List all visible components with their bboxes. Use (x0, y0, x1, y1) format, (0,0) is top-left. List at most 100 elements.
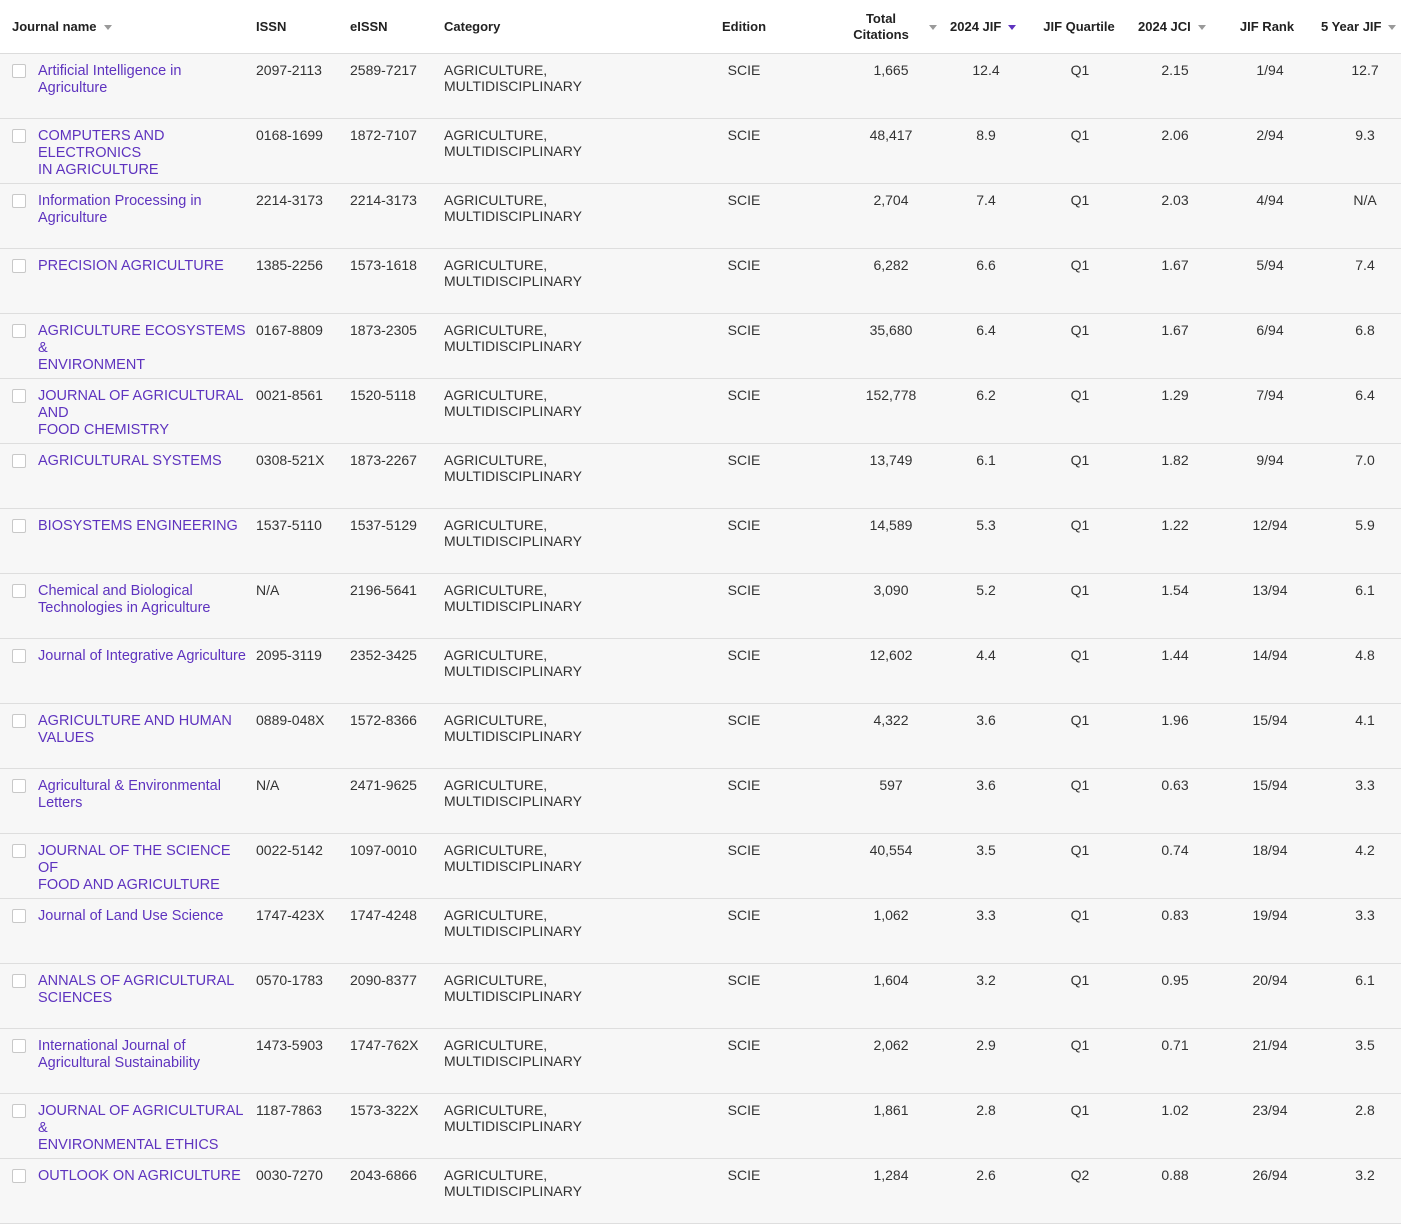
jci-cell: 2.03 (1161, 192, 1189, 208)
row-checkbox[interactable] (12, 259, 26, 273)
jif-quartile-cell: Q1 (1070, 517, 1090, 533)
jif-quartile-cell: Q1 (1070, 1102, 1090, 1118)
column-header-5-year-jif[interactable]: 5 Year JIF (1321, 0, 1401, 53)
column-header-issn[interactable]: ISSN (256, 0, 336, 53)
row-checkbox[interactable] (12, 389, 26, 403)
journal-name-line1: PRECISION AGRICULTURE (38, 258, 224, 274)
category-cell: AGRICULTURE, MULTIDISCIPLINARY (444, 972, 582, 1004)
total-citations-cell: 48,417 (869, 127, 913, 143)
sort-caret-icon (1197, 24, 1206, 30)
row-checkbox[interactable] (12, 584, 26, 598)
row-checkbox[interactable] (12, 909, 26, 923)
category-line1: AGRICULTURE, (444, 842, 548, 858)
row-checkbox[interactable] (12, 519, 26, 533)
journal-name-line2: Agriculture (38, 80, 108, 96)
eissn-cell: 1872-7107 (350, 127, 417, 143)
row-checkbox[interactable] (12, 649, 26, 663)
row-checkbox[interactable] (12, 779, 26, 793)
row-checkbox[interactable] (12, 324, 26, 338)
issn-cell: 0168-1699 (256, 127, 323, 143)
category-line1: AGRICULTURE, (444, 1167, 548, 1183)
journal-name-link[interactable]: COMPUTERS AND ELECTRONICS IN AGRICULTURE (38, 128, 165, 178)
journal-name-link[interactable]: International Journal of Agricultural Sus… (38, 1038, 200, 1071)
column-header-2024-jci[interactable]: 2024 JCI (1138, 0, 1218, 53)
row-checkbox[interactable] (12, 129, 26, 143)
journal-name-link[interactable]: JOURNAL OF THE SCIENCE OF FOOD AND AGRICU… (38, 843, 231, 893)
journal-name-link[interactable]: AGRICULTURE ECOSYSTEMS & ENVIRONMENT (38, 323, 246, 373)
journal-name-link[interactable]: Journal of Land Use Science (38, 908, 223, 924)
category-cell: AGRICULTURE, MULTIDISCIPLINARY (444, 1037, 582, 1069)
issn-cell: 1385-2256 (256, 257, 323, 273)
column-header-jif-quartile[interactable]: JIF Quartile (1034, 0, 1124, 53)
jif-rank-cell: 23/94 (1252, 1102, 1288, 1118)
table-row: JOURNAL OF THE SCIENCE OF FOOD AND AGRICU… (0, 834, 1401, 899)
column-header-edition[interactable]: Edition (704, 0, 784, 53)
journal-name-line2: Agricultural Sustainability (38, 1055, 200, 1071)
journal-name-link[interactable]: OUTLOOK ON AGRICULTURE (38, 1168, 241, 1184)
category-cell: AGRICULTURE, MULTIDISCIPLINARY (444, 322, 582, 354)
total-citations-cell: 12,602 (869, 647, 913, 663)
category-cell: AGRICULTURE, MULTIDISCIPLINARY (444, 907, 582, 939)
total-citations-cell: 152,778 (865, 387, 917, 403)
journal-name-link[interactable]: PRECISION AGRICULTURE (38, 258, 224, 274)
journal-name-cell: JOURNAL OF AGRICULTURAL AND FOOD CHEMISTR… (38, 387, 253, 438)
row-checkbox[interactable] (12, 1104, 26, 1118)
row-checkbox[interactable] (12, 64, 26, 78)
jif-cell: 8.9 (976, 127, 996, 143)
jci-cell: 0.71 (1161, 1037, 1189, 1053)
journal-name-link[interactable]: ANNALS OF AGRICULTURAL SCIENCES (38, 973, 234, 1006)
column-header-label: eISSN (350, 18, 388, 34)
journal-name-line2: FOOD AND AGRICULTURE (38, 877, 220, 893)
journal-name-link[interactable]: AGRICULTURE AND HUMAN VALUES (38, 713, 232, 746)
jif-cell: 6.2 (976, 387, 996, 403)
journal-name-link[interactable]: Chemical and Biological Technologies in A… (38, 583, 211, 616)
edition-cell: SCIE (727, 452, 761, 468)
category-line2: MULTIDISCIPLINARY (444, 78, 582, 94)
column-header-eissn[interactable]: eISSN (350, 0, 430, 53)
eissn-cell: 2589-7217 (350, 62, 417, 78)
column-header-jif-rank[interactable]: JIF Rank (1227, 0, 1307, 53)
journal-name-cell: AGRICULTURE AND HUMAN VALUES (38, 712, 253, 746)
column-header-label: JIF Rank (1239, 18, 1295, 34)
table-header: Journal name ISSN eISSN Category Edition… (0, 0, 1401, 54)
jif-cell: 6.4 (976, 322, 996, 338)
jci-cell: 1.02 (1161, 1102, 1189, 1118)
journal-name-link[interactable]: Artificial Intelligence in Agriculture (38, 63, 181, 96)
column-header-total-citations[interactable]: Total Citations (840, 0, 950, 53)
row-checkbox[interactable] (12, 454, 26, 468)
row-checkbox[interactable] (12, 974, 26, 988)
row-checkbox[interactable] (12, 844, 26, 858)
journal-name-line2: FOOD CHEMISTRY (38, 422, 170, 438)
total-citations-cell: 1,665 (873, 62, 909, 78)
jci-cell: 0.83 (1161, 907, 1189, 923)
row-checkbox[interactable] (12, 1039, 26, 1053)
five-year-jif-cell: 9.3 (1355, 127, 1375, 143)
row-checkbox[interactable] (12, 194, 26, 208)
total-citations-cell: 14,589 (869, 517, 913, 533)
journal-name-link[interactable]: BIOSYSTEMS ENGINEERING (38, 518, 238, 534)
row-checkbox[interactable] (12, 714, 26, 728)
column-header-label: Edition (721, 18, 767, 34)
eissn-cell: 1573-322X (350, 1102, 419, 1118)
jci-cell: 1.54 (1161, 582, 1189, 598)
category-line1: AGRICULTURE, (444, 322, 548, 338)
jif-cell: 5.2 (976, 582, 996, 598)
journal-name-link[interactable]: AGRICULTURAL SYSTEMS (38, 453, 222, 469)
jif-quartile-cell: Q1 (1070, 647, 1090, 663)
column-header-2024-jif[interactable]: 2024 JIF (950, 0, 1030, 53)
journal-name-link[interactable]: Information Processing in Agriculture (38, 193, 202, 226)
issn-cell: 2095-3119 (256, 647, 322, 663)
column-header-journal-name[interactable]: Journal name (12, 0, 242, 53)
row-checkbox[interactable] (12, 1169, 26, 1183)
journal-name-link[interactable]: JOURNAL OF AGRICULTURAL AND FOOD CHEMISTR… (38, 388, 243, 438)
jci-cell: 1.22 (1161, 517, 1189, 533)
column-header-category[interactable]: Category (444, 0, 594, 53)
journal-name-link[interactable]: Agricultural & Environmental Letters (38, 778, 221, 811)
edition-cell: SCIE (727, 257, 761, 273)
journal-name-link[interactable]: JOURNAL OF AGRICULTURAL & ENVIRONMENTAL E… (38, 1103, 243, 1153)
category-line2: MULTIDISCIPLINARY (444, 403, 582, 419)
journal-name-line2: VALUES (38, 730, 95, 746)
journal-name-link[interactable]: Journal of Integrative Agriculture (38, 648, 246, 664)
journal-name-line1: Agricultural & Environmental (38, 778, 221, 794)
jif-rank-cell: 20/94 (1252, 972, 1288, 988)
